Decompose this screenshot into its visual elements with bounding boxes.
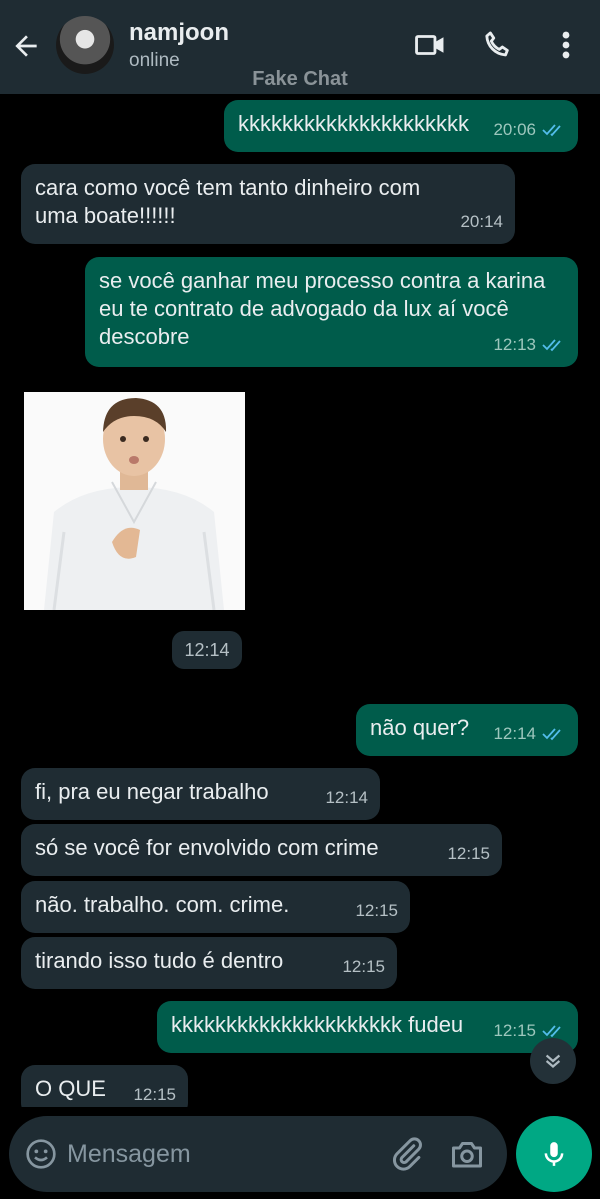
message-time: 12:14	[493, 724, 536, 743]
emoji-icon[interactable]	[25, 1138, 57, 1170]
message-time: 12:15	[342, 957, 385, 976]
message-composer	[9, 1116, 507, 1192]
message-time: 12:15	[133, 1085, 176, 1104]
message-time: 20:06	[493, 120, 536, 139]
paperclip-icon[interactable]	[389, 1136, 425, 1172]
read-receipt-icon	[542, 339, 561, 352]
contact-name[interactable]: namjoon	[129, 19, 229, 47]
message-text: tirando isso tudo é dentro	[35, 948, 284, 973]
message-text: não. trabalho. com. crime.	[35, 892, 290, 917]
message-time: 12:14	[325, 788, 368, 807]
message-incoming[interactable]: cara como você tem tanto dinheiro com um…	[21, 164, 515, 244]
message-incoming[interactable]: O QUE 12:15	[21, 1065, 188, 1107]
read-receipt-icon	[542, 1025, 561, 1038]
message-text: se você ganhar meu processo contra a kar…	[99, 268, 546, 349]
back-arrow-icon[interactable]	[10, 30, 42, 62]
contact-status: online	[129, 50, 180, 71]
image-time: 12:14	[172, 631, 242, 669]
scroll-to-bottom-button[interactable]	[530, 1038, 576, 1084]
message-incoming[interactable]: fi, pra eu negar trabalho 12:14	[21, 768, 380, 820]
image-message[interactable]	[24, 392, 245, 610]
video-call-icon[interactable]	[413, 28, 447, 62]
message-time: 20:14	[460, 212, 503, 231]
message-time: 12:13	[493, 335, 536, 354]
more-options-icon[interactable]	[553, 28, 579, 62]
chat-area: kkkkkkkkkkkkkkkkkkkkk 20:06 cara como vo…	[0, 94, 600, 1107]
message-incoming[interactable]: não. trabalho. com. crime. 12:15	[21, 881, 410, 933]
photo-person-illustration	[24, 392, 245, 610]
double-chevron-down-icon	[545, 1054, 561, 1068]
message-text: cara como você tem tanto dinheiro com um…	[35, 175, 421, 228]
message-text: kkkkkkkkkkkkkkkkkkkkk fudeu	[171, 1012, 464, 1037]
message-incoming[interactable]: só se você for envolvido com crime 12:15	[21, 824, 502, 876]
message-outgoing[interactable]: se você ganhar meu processo contra a kar…	[85, 257, 578, 367]
read-receipt-icon	[542, 728, 561, 741]
message-time: 12:15	[493, 1021, 536, 1040]
message-text: não quer?	[370, 715, 470, 740]
message-text: fi, pra eu negar trabalho	[35, 779, 269, 804]
message-time: 12:15	[447, 844, 490, 863]
microphone-icon	[544, 1142, 564, 1166]
message-incoming[interactable]: tirando isso tudo é dentro 12:15	[21, 937, 397, 989]
message-input[interactable]	[67, 1134, 367, 1174]
message-text: O QUE	[35, 1076, 106, 1101]
read-receipt-icon	[542, 124, 561, 137]
camera-icon[interactable]	[449, 1136, 485, 1172]
message-outgoing[interactable]: não quer? 12:14	[356, 704, 578, 756]
chat-header: namjoon online	[0, 0, 600, 94]
message-text: só se você for envolvido com crime	[35, 835, 379, 860]
message-outgoing[interactable]: kkkkkkkkkkkkkkkkkkkkk fudeu 12:15	[157, 1001, 578, 1053]
message-time: 12:15	[355, 901, 398, 920]
avatar[interactable]	[56, 16, 114, 74]
message-outgoing[interactable]: kkkkkkkkkkkkkkkkkkkkk 20:06	[224, 100, 578, 152]
voice-call-icon[interactable]	[481, 28, 515, 62]
voice-message-button[interactable]	[516, 1116, 592, 1192]
message-text: kkkkkkkkkkkkkkkkkkkkk	[238, 111, 469, 136]
